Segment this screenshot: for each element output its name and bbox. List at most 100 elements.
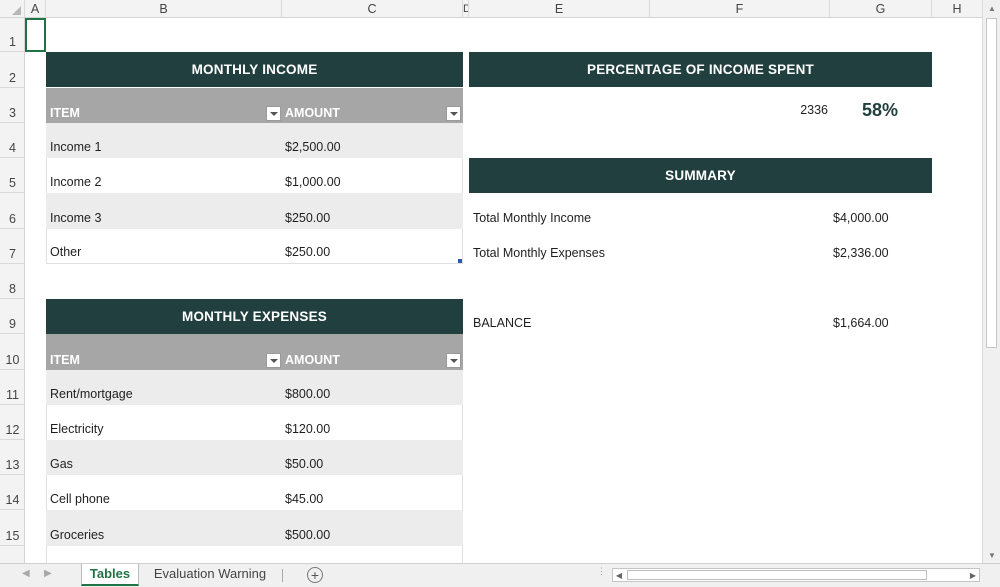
row-header-6[interactable]: 6 [0, 193, 25, 229]
table-row[interactable]: Other $250.00 [46, 229, 463, 264]
table-row[interactable] [46, 546, 463, 563]
expenses-total-value[interactable]: 2336 [760, 100, 828, 120]
sheet-tab-bar: ◀ ▶ Tables Evaluation Warning + ⋮ ◀ ▶ [0, 563, 1000, 587]
income-amount-cell[interactable]: $2,500.00 [285, 140, 341, 154]
scroll-up-arrow-icon[interactable]: ▲ [983, 0, 1000, 16]
table-row[interactable]: Gas $50.00 [46, 440, 463, 475]
column-header-e[interactable]: E [469, 0, 650, 18]
income-amount-cell[interactable]: $250.00 [285, 245, 330, 259]
column-header-h[interactable]: H [932, 0, 982, 18]
balance-value[interactable]: $1,664.00 [833, 316, 889, 330]
total-expenses-label[interactable]: Total Monthly Expenses [473, 246, 605, 260]
income-item-cell[interactable]: Income 2 [50, 175, 101, 189]
expense-item-cell[interactable]: Gas [50, 457, 73, 471]
row-header-4[interactable]: 4 [0, 123, 25, 158]
column-header-b[interactable]: B [46, 0, 282, 18]
expenses-amount-filter-button[interactable] [446, 353, 461, 368]
expenses-table-header-row: ITEM AMOUNT [46, 334, 463, 370]
row-header-10[interactable]: 10 [0, 334, 25, 370]
dropdown-arrow-icon [269, 358, 278, 363]
row-header-7[interactable]: 7 [0, 229, 25, 264]
select-all-corner[interactable] [0, 0, 25, 18]
income-col-item-label: ITEM [50, 106, 80, 120]
column-header-f[interactable]: F [650, 0, 830, 18]
row-header-11[interactable]: 11 [0, 370, 25, 405]
add-sheet-plus-icon[interactable]: + [307, 567, 323, 583]
summary-section-title: SUMMARY [469, 158, 932, 193]
table-row[interactable]: Cell phone $45.00 [46, 475, 463, 510]
expenses-item-filter-button[interactable] [266, 353, 281, 368]
table-resize-handle[interactable] [458, 259, 462, 263]
percentage-section-title: PERCENTAGE OF INCOME SPENT [469, 52, 932, 87]
expenses-col-item-label: ITEM [50, 353, 80, 367]
table-row[interactable]: Groceries $500.00 [46, 510, 463, 546]
row-header-bar: 1 2 3 4 5 6 7 8 9 10 11 12 13 14 15 [0, 18, 25, 563]
select-all-triangle-icon [12, 6, 21, 15]
row-header-13[interactable]: 13 [0, 440, 25, 475]
expense-amount-cell[interactable]: $45.00 [285, 492, 323, 506]
summary-row-balance: BALANCE $1,664.00 [469, 299, 932, 334]
total-expenses-value[interactable]: $2,336.00 [833, 246, 889, 260]
expense-item-cell[interactable]: Cell phone [50, 492, 110, 506]
row-header-8[interactable]: 8 [0, 264, 25, 299]
income-table-header-row: ITEM AMOUNT [46, 88, 463, 123]
dropdown-arrow-icon [269, 111, 278, 116]
horizontal-scrollbar[interactable]: ◀ ▶ [612, 568, 980, 582]
expense-item-cell[interactable]: Groceries [50, 528, 104, 542]
row-header-2[interactable]: 2 [0, 52, 25, 88]
total-income-value[interactable]: $4,000.00 [833, 211, 889, 225]
balance-label[interactable]: BALANCE [473, 316, 531, 330]
vertical-scroll-thumb[interactable] [986, 18, 997, 348]
row-header-12[interactable]: 12 [0, 405, 25, 440]
percent-spent-value[interactable]: 58% [840, 98, 920, 122]
summary-row-income: Total Monthly Income $4,000.00 [469, 193, 932, 229]
column-header-a[interactable]: A [25, 0, 46, 18]
column-header-g[interactable]: G [830, 0, 932, 18]
expenses-col-amount-label: AMOUNT [285, 353, 340, 367]
expense-amount-cell[interactable]: $50.00 [285, 457, 323, 471]
scroll-right-arrow-icon[interactable]: ▶ [967, 569, 979, 581]
scroll-left-arrow-icon[interactable]: ◀ [613, 569, 625, 581]
table-row[interactable]: Rent/mortgage $800.00 [46, 370, 463, 405]
scroll-down-arrow-icon[interactable]: ▼ [983, 547, 1000, 563]
row-header-5[interactable]: 5 [0, 158, 25, 193]
next-sheet-arrow-icon[interactable]: ▶ [44, 568, 52, 579]
table-row[interactable]: Income 2 $1,000.00 [46, 158, 463, 193]
expense-amount-cell[interactable]: $800.00 [285, 387, 330, 401]
income-item-filter-button[interactable] [266, 106, 281, 121]
income-amount-filter-button[interactable] [446, 106, 461, 121]
column-header-bar: A B C D E F G H [0, 0, 982, 18]
selected-cell-a1[interactable] [25, 18, 46, 52]
row-header-14[interactable]: 14 [0, 475, 25, 510]
row-header-15[interactable]: 15 [0, 510, 25, 546]
table-row[interactable]: Income 3 $250.00 [46, 193, 463, 229]
table-row[interactable]: Electricity $120.00 [46, 405, 463, 440]
income-amount-cell[interactable]: $1,000.00 [285, 175, 341, 189]
expenses-table-title: MONTHLY EXPENSES [46, 299, 463, 334]
tab-splitter-dots-icon[interactable]: ⋮ [597, 567, 606, 576]
sheet-tab-evaluation-warning[interactable]: Evaluation Warning [141, 564, 279, 586]
sheet-tab-tables[interactable]: Tables [81, 564, 139, 586]
expense-item-cell[interactable]: Electricity [50, 422, 103, 436]
income-item-cell[interactable]: Income 3 [50, 211, 101, 225]
column-header-c[interactable]: C [282, 0, 463, 18]
expense-amount-cell[interactable]: $120.00 [285, 422, 330, 436]
expense-amount-cell[interactable]: $500.00 [285, 528, 330, 542]
expense-item-cell[interactable]: Rent/mortgage [50, 387, 133, 401]
prev-sheet-arrow-icon[interactable]: ◀ [22, 568, 30, 579]
dropdown-arrow-icon [449, 111, 458, 116]
tab-divider [282, 569, 283, 582]
vertical-scrollbar[interactable]: ▲ ▼ [982, 0, 1000, 563]
row-header-3[interactable]: 3 [0, 88, 25, 123]
row-header-9[interactable]: 9 [0, 299, 25, 334]
row-header-1[interactable]: 1 [0, 18, 25, 52]
income-col-amount-label: AMOUNT [285, 106, 340, 120]
horizontal-scroll-thumb[interactable] [627, 570, 927, 580]
income-amount-cell[interactable]: $250.00 [285, 211, 330, 225]
table-row[interactable]: Income 1 $2,500.00 [46, 123, 463, 158]
total-income-label[interactable]: Total Monthly Income [473, 211, 591, 225]
income-item-cell[interactable]: Income 1 [50, 140, 101, 154]
income-item-cell[interactable]: Other [50, 245, 81, 259]
summary-row-expenses: Total Monthly Expenses $2,336.00 [469, 229, 932, 264]
income-table-title: MONTHLY INCOME [46, 52, 463, 87]
